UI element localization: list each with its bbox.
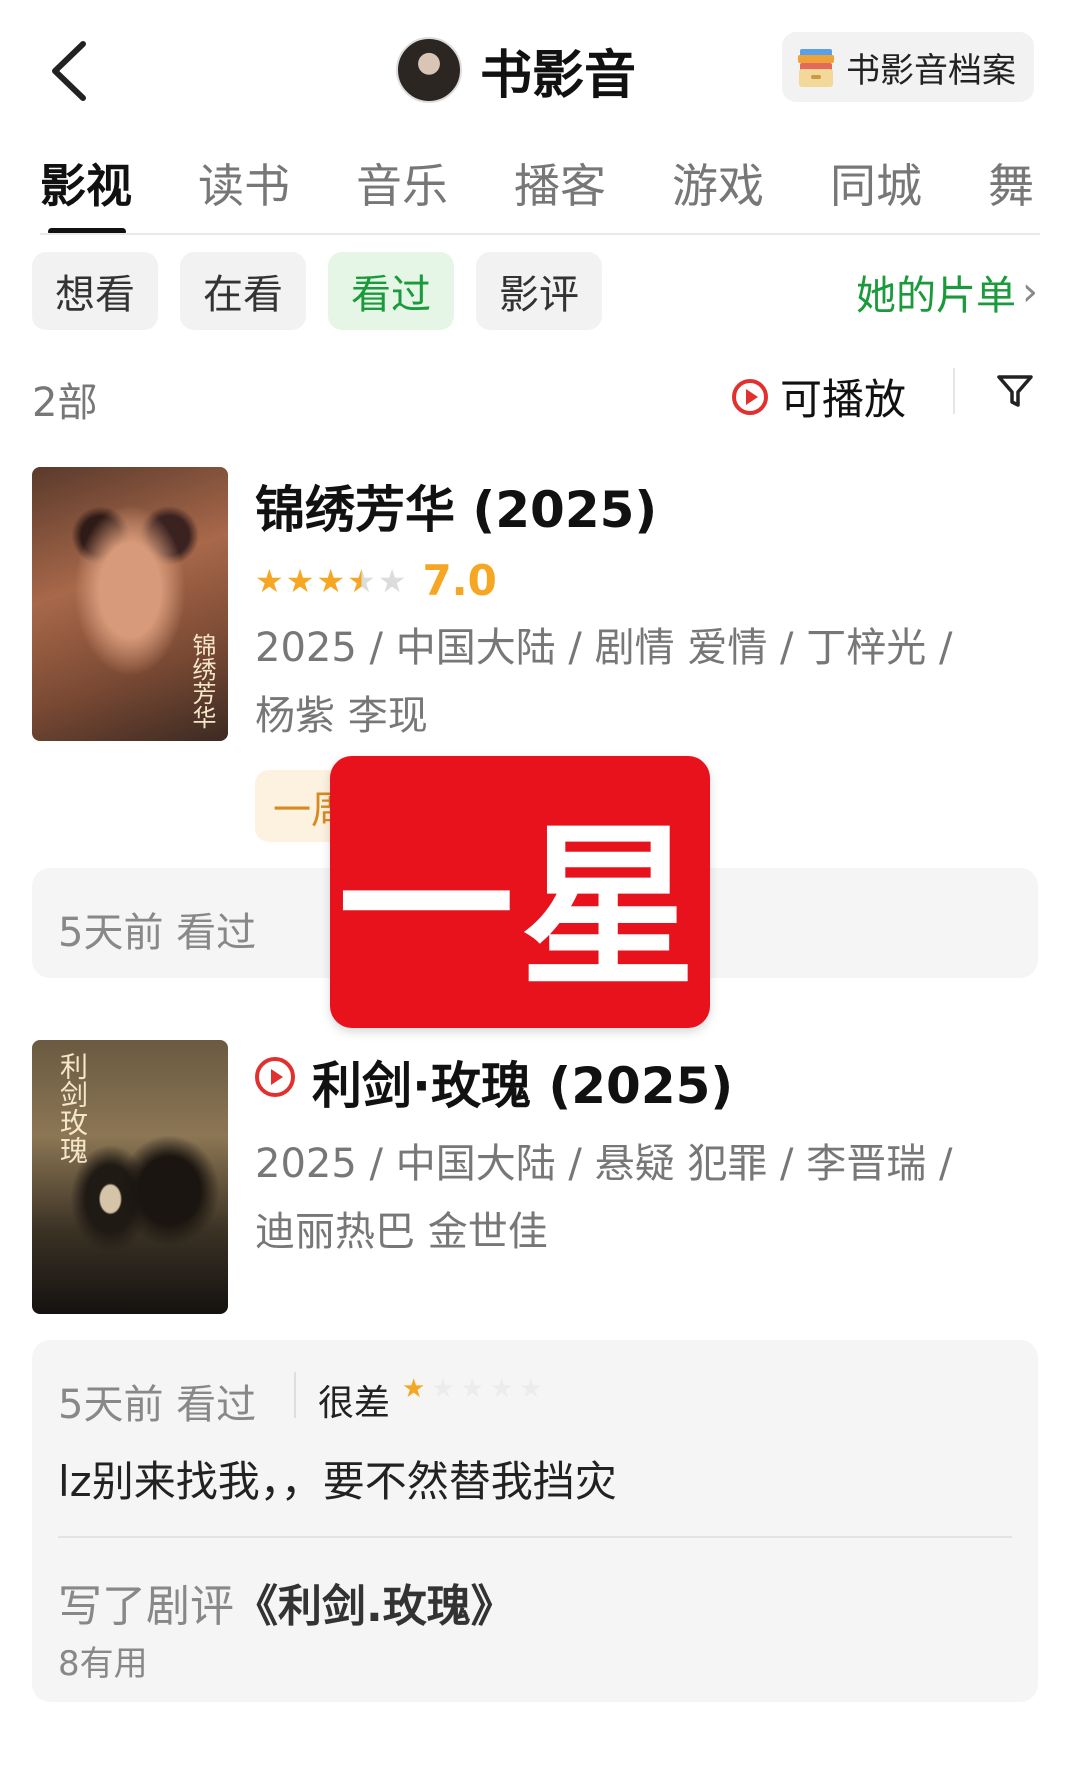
play-icon — [255, 1057, 295, 1097]
divider — [953, 368, 955, 414]
star-icon: ★ — [285, 561, 315, 600]
user-rating-label: 很差 — [318, 1383, 391, 1424]
star-icon: ★ — [255, 561, 284, 600]
header-title-group: 书影音 — [396, 30, 636, 110]
divider — [58, 1536, 1012, 1538]
playable-filter[interactable]: 可播放 — [732, 366, 906, 427]
category-tabs: 影视 读书 音乐 播客 游戏 同城 舞 — [40, 150, 1040, 235]
her-list-link[interactable]: 她的片单 › — [856, 263, 1038, 321]
meta-line: 2025 / 中国大陆 / 悬疑 犯罪 / 李晋瑞 / — [255, 1141, 953, 1187]
chip-want[interactable]: 想看 — [32, 252, 158, 330]
watch-time: 5天前 看过 — [58, 1382, 257, 1428]
user-comment: lz别来找我，，要不然替我挡灾 — [58, 1457, 617, 1506]
chevron-right-icon: › — [1022, 269, 1038, 315]
archive-box-icon — [798, 49, 834, 87]
chip-reviews[interactable]: 影评 — [476, 252, 602, 330]
tab-local[interactable]: 同城 — [830, 150, 922, 233]
tab-film[interactable]: 影视 — [40, 150, 132, 233]
tab-games[interactable]: 游戏 — [672, 150, 764, 233]
item-title[interactable]: 利剑·玫瑰 (2025) — [312, 1046, 733, 1118]
item-count: 2部 — [32, 380, 98, 426]
tab-dance[interactable]: 舞 — [988, 150, 1034, 233]
divider — [294, 1372, 296, 1418]
meta-line: 杨紫 李现 — [255, 693, 428, 739]
status-chips: 想看 在看 看过 影评 — [32, 252, 624, 330]
tab-podcast[interactable]: 播客 — [514, 150, 606, 233]
top-bar: 书影音 书影音档案 — [0, 0, 1080, 135]
chevron-left-icon[interactable] — [45, 36, 95, 106]
item-meta: 2025 / 中国大陆 / 剧情 爱情 / 丁梓光 / 杨紫 李现 — [255, 614, 1035, 750]
overlay-sticker: 一星 — [330, 756, 710, 1028]
star-icon: ★ — [316, 561, 346, 600]
tab-books[interactable]: 读书 — [198, 150, 290, 233]
avatar[interactable] — [396, 37, 462, 103]
useful-count: 8有用 — [58, 1644, 148, 1684]
star-empty-icon: ★ — [377, 561, 407, 600]
rating-score: 7.0 — [422, 556, 497, 605]
review-prefix: 写了剧评 — [58, 1581, 234, 1632]
poster-image[interactable]: 锦绣芳华 — [32, 467, 228, 741]
play-icon — [732, 378, 768, 415]
star-empty-icon: ★ — [489, 1374, 514, 1404]
review-link[interactable]: 写了剧评《利剑.玫瑰》 — [58, 1570, 515, 1634]
rating-row: ★ ★ ★ ★ ★ 7.0 — [255, 556, 497, 605]
meta-line: 2025 / 中国大陆 / 剧情 爱情 / 丁梓光 / — [255, 625, 953, 671]
poster-caption: 利剑玫瑰 — [56, 1052, 89, 1164]
poster-caption: 锦绣芳华 — [188, 633, 216, 729]
star-empty-icon: ★ — [460, 1374, 484, 1404]
star-empty-icon: ★ — [519, 1374, 543, 1404]
watch-time: 5天前 看过 — [58, 910, 257, 956]
chip-watched[interactable]: 看过 — [328, 252, 454, 330]
playable-label: 可播放 — [780, 375, 907, 424]
filter-icon[interactable] — [996, 372, 1034, 410]
page-title: 书影音 — [480, 45, 637, 106]
overlay-text: 一星 — [337, 805, 702, 1011]
item-title[interactable]: 锦绣芳华 (2025) — [255, 470, 657, 542]
her-list-label: 她的片单 — [856, 273, 1016, 319]
star-half-icon: ★ — [347, 561, 376, 600]
chip-watching[interactable]: 在看 — [180, 252, 306, 330]
tab-music[interactable]: 音乐 — [356, 150, 448, 233]
archive-button[interactable]: 书影音档案 — [782, 32, 1034, 102]
user-rating-stars: ★ ★ ★ ★ ★ — [402, 1376, 549, 1402]
star-icon: ★ — [402, 1374, 426, 1404]
item-meta: 2025 / 中国大陆 / 悬疑 犯罪 / 李晋瑞 / 迪丽热巴 金世佳 — [255, 1130, 1035, 1266]
meta-line: 迪丽热巴 金世佳 — [255, 1209, 548, 1255]
review-title: 《利剑.玫瑰》 — [234, 1581, 515, 1632]
watch-record-card[interactable]: 5天前 看过 很差 ★ ★ ★ ★ ★ lz别来找我，，要不然替我挡灾 写了剧评… — [32, 1340, 1038, 1702]
archive-label: 书影音档案 — [846, 50, 1016, 91]
star-empty-icon: ★ — [431, 1374, 455, 1404]
poster-image[interactable]: 利剑玫瑰 — [32, 1040, 228, 1314]
